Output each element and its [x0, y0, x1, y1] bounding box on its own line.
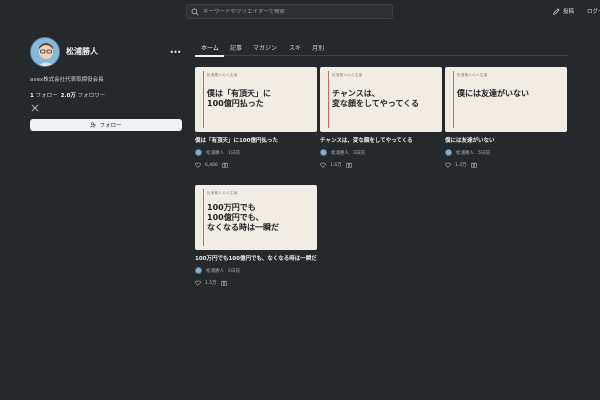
headline-line: 僕は「有頂天」に — [207, 89, 271, 98]
follow-stats: 1 フォロー 2.0万 フォロワー — [30, 91, 105, 99]
search-icon — [191, 8, 199, 15]
magazine-icon[interactable] — [221, 280, 227, 286]
thumbnail-headline: チャンスは、 変な顔をしてやってくる — [332, 89, 438, 109]
followers-count: 2.0万 — [60, 93, 76, 99]
thumbnail-series: 松浦勝人の人生論 — [457, 73, 488, 77]
article-thumbnail[interactable]: 松浦勝人の人生論 僕は「有頂天」に 100億円払った — [195, 67, 317, 132]
article-stats: 1.4万 — [445, 162, 567, 168]
article-date: 6日前 — [228, 268, 240, 274]
headline-line: チャンスは、 — [332, 89, 380, 98]
thumbnail-accent-line — [203, 71, 204, 128]
avatar[interactable] — [30, 37, 60, 67]
article-meta: 松浦勝人 3日前 — [320, 149, 442, 156]
author-avatar[interactable] — [445, 149, 452, 156]
article-thumbnail[interactable]: 松浦勝人の人生論 100万円でも 100億円でも、 なくなる時は一瞬だ — [195, 185, 317, 250]
article-date: 5日前 — [478, 150, 490, 156]
article-meta: 松浦勝人 6日前 — [195, 267, 317, 274]
thumbnail-headline: 僕には友達がいない — [457, 89, 563, 99]
thumbnail-series: 松浦勝人の人生論 — [207, 73, 238, 77]
article-card[interactable]: 松浦勝人の人生論 僕には友達がいない 僕には友達がいない 松浦勝人 5日前 1.… — [445, 67, 567, 168]
follow-button[interactable]: フォロー — [30, 119, 182, 131]
more-options-button[interactable]: ••• — [169, 46, 181, 58]
article-thumbnail[interactable]: 松浦勝人の人生論 僕には友達がいない — [445, 67, 567, 132]
article-title[interactable]: 僕は「有頂天」に100億円払った — [195, 137, 317, 145]
author-avatar[interactable] — [195, 149, 202, 156]
tab-monthly[interactable]: 月別 — [312, 43, 324, 52]
user-plus-icon — [90, 122, 97, 128]
heart-icon[interactable] — [320, 162, 326, 168]
search-box[interactable] — [186, 4, 393, 19]
content-tabs: ホーム 記事 マガジン スキ 月別 — [195, 40, 568, 56]
article-card[interactable]: 松浦勝人の人生論 100万円でも 100億円でも、 なくなる時は一瞬だ 100万… — [195, 185, 317, 286]
article-stats: 6,466 — [195, 162, 317, 168]
followers-link[interactable]: 2.0万 フォロワー — [61, 91, 106, 99]
article-thumbnail[interactable]: 松浦勝人の人生論 チャンスは、 変な顔をしてやってくる — [320, 67, 442, 132]
article-card[interactable]: 松浦勝人の人生論 チャンスは、 変な顔をしてやってくる チャンスは、変な顔をして… — [320, 67, 442, 168]
author-name[interactable]: 松浦勝人 — [206, 150, 224, 156]
author-name[interactable]: 松浦勝人 — [456, 150, 474, 156]
article-stats: 1.5万 — [195, 280, 317, 286]
thumbnail-headline: 僕は「有頂天」に 100億円払った — [207, 89, 313, 109]
pencil-icon — [553, 7, 560, 15]
avatar-image — [31, 38, 59, 66]
tab-likes[interactable]: スキ — [289, 43, 301, 52]
headline-line: 100億円払った — [207, 99, 264, 108]
profile-bio: avex株式会社代表取締役会長 — [30, 77, 104, 83]
article-date: 3日前 — [353, 150, 365, 156]
search-input[interactable] — [203, 8, 388, 15]
author-name[interactable]: 松浦勝人 — [331, 150, 349, 156]
heart-icon[interactable] — [445, 162, 451, 168]
article-stats: 1.6万 — [320, 162, 442, 168]
thumbnail-headline: 100万円でも 100億円でも、 なくなる時は一瞬だ — [207, 203, 313, 233]
following-count: 1 — [30, 93, 34, 99]
tab-magazines[interactable]: マガジン — [253, 43, 277, 52]
headline-line: 100万円でも — [207, 203, 256, 212]
author-avatar[interactable] — [195, 267, 202, 274]
article-title[interactable]: 100万円でも100億円でも、なくなる時は一瞬だ — [195, 255, 317, 263]
magazine-icon[interactable] — [222, 162, 228, 168]
like-count: 1.4万 — [455, 163, 467, 168]
thumbnail-series: 松浦勝人の人生論 — [332, 73, 363, 77]
tab-articles[interactable]: 記事 — [230, 43, 242, 52]
tab-home[interactable]: ホーム — [201, 43, 219, 52]
magazine-icon[interactable] — [346, 162, 352, 168]
thumbnail-accent-line — [203, 189, 204, 246]
login-button[interactable]: ログイ — [587, 7, 600, 15]
following-label: フォロー — [35, 93, 58, 99]
thumbnail-accent-line — [328, 71, 329, 128]
article-meta: 松浦勝人 1日前 — [195, 149, 317, 156]
following-link[interactable]: 1 フォロー — [30, 91, 58, 99]
thumbnail-accent-line — [453, 71, 454, 128]
follow-button-label: フォロー — [99, 123, 122, 129]
article-title[interactable]: 僕には友達がいない — [445, 137, 567, 145]
thumbnail-series: 松浦勝人の人生論 — [207, 191, 238, 195]
heart-icon[interactable] — [195, 162, 201, 168]
article-card[interactable]: 松浦勝人の人生論 僕は「有頂天」に 100億円払った 僕は「有頂天」に100億円… — [195, 67, 317, 168]
followers-label: フォロワー — [77, 93, 106, 99]
active-tab-indicator — [195, 55, 224, 57]
article-meta: 松浦勝人 5日前 — [445, 149, 567, 156]
like-count: 1.6万 — [330, 163, 342, 168]
article-date: 1日前 — [228, 150, 240, 156]
heart-icon[interactable] — [195, 280, 201, 286]
like-count: 6,466 — [205, 162, 218, 168]
x-social-icon[interactable] — [31, 104, 39, 112]
article-title[interactable]: チャンスは、変な顔をしてやってくる — [320, 137, 442, 145]
top-bar: 投稿 ログイ — [0, 0, 600, 24]
like-count: 1.5万 — [205, 281, 217, 286]
author-name[interactable]: 松浦勝人 — [206, 268, 224, 274]
headline-line: 変な顔をしてやってくる — [332, 99, 419, 108]
profile-name: 松浦勝人 — [66, 47, 98, 56]
author-avatar[interactable] — [320, 149, 327, 156]
headline-line: 100億円でも、 — [207, 213, 264, 222]
headline-line: 僕には友達がいない — [457, 89, 529, 98]
post-button[interactable]: 投稿 — [553, 7, 574, 15]
headline-line: なくなる時は一瞬だ — [207, 223, 279, 232]
post-label: 投稿 — [563, 9, 575, 15]
magazine-icon[interactable] — [471, 162, 477, 168]
